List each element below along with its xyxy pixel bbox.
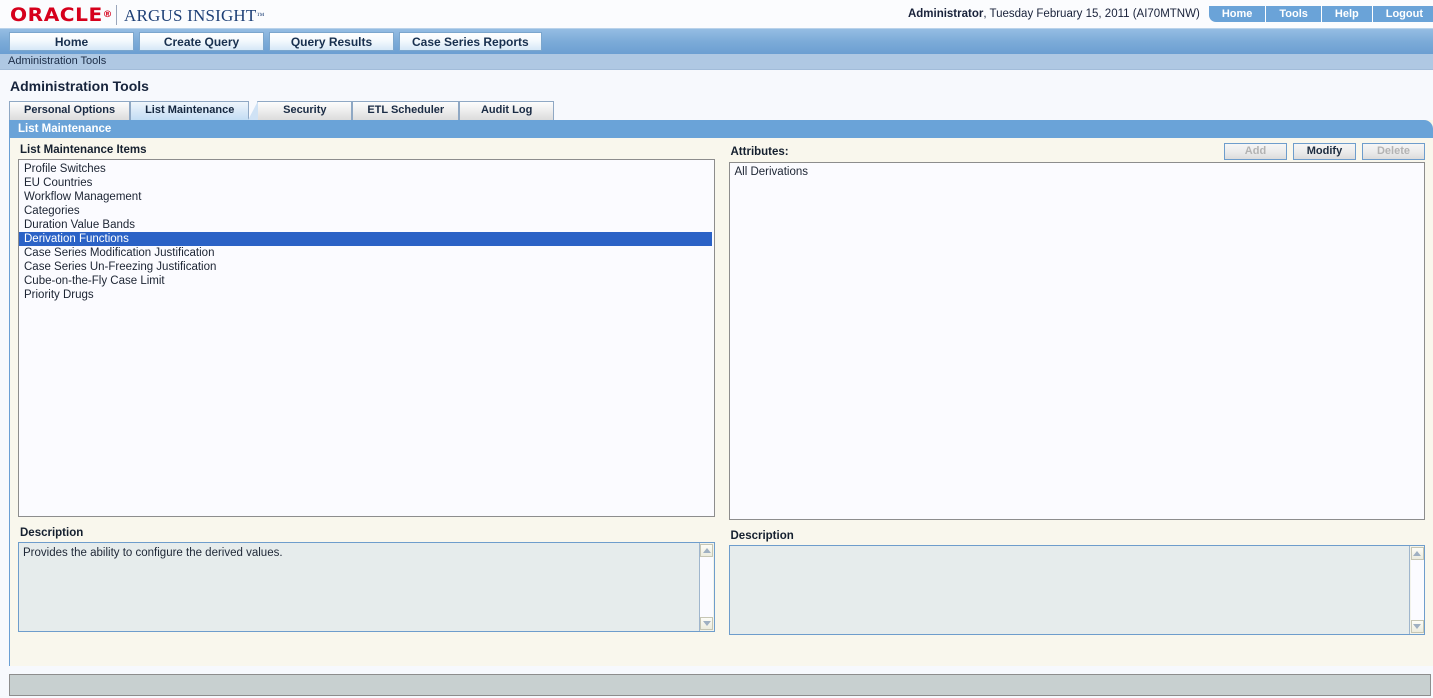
attributes-button-row: Add Modify Delete [1224,143,1425,162]
list-item[interactable]: Cube-on-the-Fly Case Limit [19,274,714,288]
right-column-header: Attributes: Add Modify Delete [729,143,1425,162]
session-info: Administrator, Tuesday February 15, 2011… [908,8,1200,20]
list-item[interactable]: Priority Drugs [19,288,714,302]
panel-columns: List Maintenance Items Profile Switches … [18,143,1425,635]
modify-button[interactable]: Modify [1293,143,1356,160]
list-item[interactable]: Case Series Modification Justification [19,246,714,260]
scroll-up-arrow-icon[interactable] [700,544,713,557]
tab-etl-scheduler[interactable]: ETL Scheduler [352,101,460,120]
status-bar [9,674,1431,696]
tab-personal-options[interactable]: Personal Options [9,101,131,120]
main-menu-bar: Home Create Query Query Results Case Ser… [0,28,1433,54]
left-column-header: List Maintenance Items [18,143,715,159]
application-window: ORACLE® ARGUS INSIGHT™ Administrator, Tu… [0,0,1433,698]
scroll-track[interactable] [700,557,713,617]
right-description-textarea[interactable] [728,545,1425,635]
list-item-selected[interactable]: Derivation Functions [19,232,712,246]
right-description-label: Description [730,530,794,542]
tab-security[interactable]: Security [257,101,353,120]
list-item[interactable]: Categories [19,204,714,218]
nav-help-button[interactable]: Help [1322,6,1373,22]
right-description-text[interactable] [730,546,1410,634]
add-button[interactable]: Add [1224,143,1287,160]
attributes-listbox[interactable]: All Derivations [728,162,1425,520]
brand-header: ORACLE® ARGUS INSIGHT™ Administrator, Tu… [0,0,1433,28]
list-maintenance-panel: List Maintenance List Maintenance Items … [9,120,1433,666]
oracle-argus-logo: ORACLE® ARGUS INSIGHT™ [0,3,265,25]
trademark-icon: ™ [256,11,265,20]
registered-mark-icon: ® [102,10,113,20]
panel-title: List Maintenance [10,120,1433,138]
scroll-up-arrow-icon[interactable] [1410,547,1424,560]
menu-tab-create-query[interactable]: Create Query [139,32,264,51]
scroll-down-arrow-icon[interactable] [1410,620,1424,633]
left-description-textarea[interactable]: Provides the ability to configure the de… [18,542,715,632]
page-title: Administration Tools [0,70,1433,100]
list-maintenance-items-label: List Maintenance Items [20,144,147,156]
user-role-label: Administrator [907,8,984,20]
panel-body: List Maintenance Items Profile Switches … [10,138,1433,666]
menu-tab-query-results[interactable]: Query Results [269,32,394,51]
list-item[interactable]: EU Countries [19,176,714,190]
session-date-label: , Tuesday February 15, 2011 (AI70MTNW) [983,8,1200,20]
list-maintenance-items-column: List Maintenance Items Profile Switches … [18,143,715,635]
breadcrumb: Administration Tools [0,54,1433,70]
left-description-text[interactable]: Provides the ability to configure the de… [19,543,699,631]
product-wordmark: ARGUS INSIGHT™ [124,7,265,25]
oracle-text: ORACLE [10,4,103,26]
left-description-label: Description [20,527,84,539]
tab-list-maintenance[interactable]: List Maintenance [130,101,259,120]
oracle-wordmark: ORACLE® [10,6,113,25]
menu-tab-home[interactable]: Home [9,32,134,51]
attributes-label: Attributes: [730,145,789,158]
left-description-scrollbar[interactable] [698,543,714,631]
menu-tab-case-series-reports[interactable]: Case Series Reports [399,32,542,51]
nav-logout-button[interactable]: Logout [1373,6,1433,22]
logo-divider [116,5,118,25]
tab-audit-log[interactable]: Audit Log [459,101,555,120]
sub-tab-bar: Personal Options List Maintenance Securi… [0,100,1433,120]
list-item[interactable]: Workflow Management [19,190,714,204]
list-item[interactable]: Case Series Un-Freezing Justification [19,260,714,274]
attributes-column: Attributes: Add Modify Delete All Deriva… [728,143,1425,635]
scroll-track[interactable] [1410,560,1424,620]
right-description-scrollbar[interactable] [1409,546,1424,634]
list-item[interactable]: Profile Switches [19,162,714,176]
delete-button[interactable]: Delete [1362,143,1425,160]
list-item[interactable]: Duration Value Bands [19,218,714,232]
header-nav-buttons: Home Tools Help Logout [1208,6,1433,22]
header-right-area: Administrator, Tuesday February 15, 2011… [908,0,1433,28]
list-maintenance-items-listbox[interactable]: Profile Switches EU Countries Workflow M… [18,159,715,517]
product-text: ARGUS INSIGHT [124,6,257,25]
nav-home-button[interactable]: Home [1209,6,1267,22]
nav-tools-button[interactable]: Tools [1266,6,1322,22]
scroll-down-arrow-icon[interactable] [700,617,713,630]
list-item[interactable]: All Derivations [730,165,1425,179]
